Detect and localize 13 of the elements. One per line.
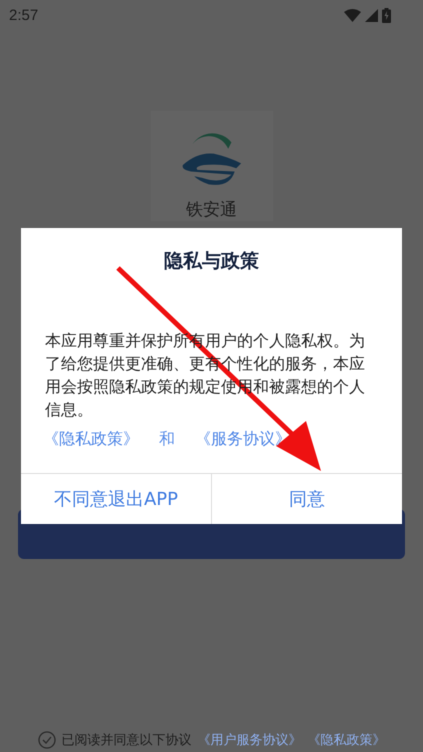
policy-link[interactable]: 《隐私政策》 (43, 429, 139, 450)
signal-icon (365, 8, 378, 22)
battery-charging-icon (382, 8, 391, 22)
check-circle-icon[interactable] (38, 731, 56, 749)
wifi-icon (344, 8, 361, 22)
agreement-link[interactable]: 《隐私政策》 (308, 731, 386, 749)
dialog-title: 隐私与政策 (163, 249, 260, 274)
policy-link[interactable]: 《服务协议》 (195, 429, 291, 450)
agreement-link[interactable]: 《用户服务协议》 (198, 731, 302, 749)
agreement-text: 已阅读并同意以下协议 (62, 732, 192, 749)
app-name: 铁安通 (186, 199, 237, 221)
status-time: 2:57 (9, 6, 38, 24)
link-conjunction: 和 (159, 429, 175, 450)
